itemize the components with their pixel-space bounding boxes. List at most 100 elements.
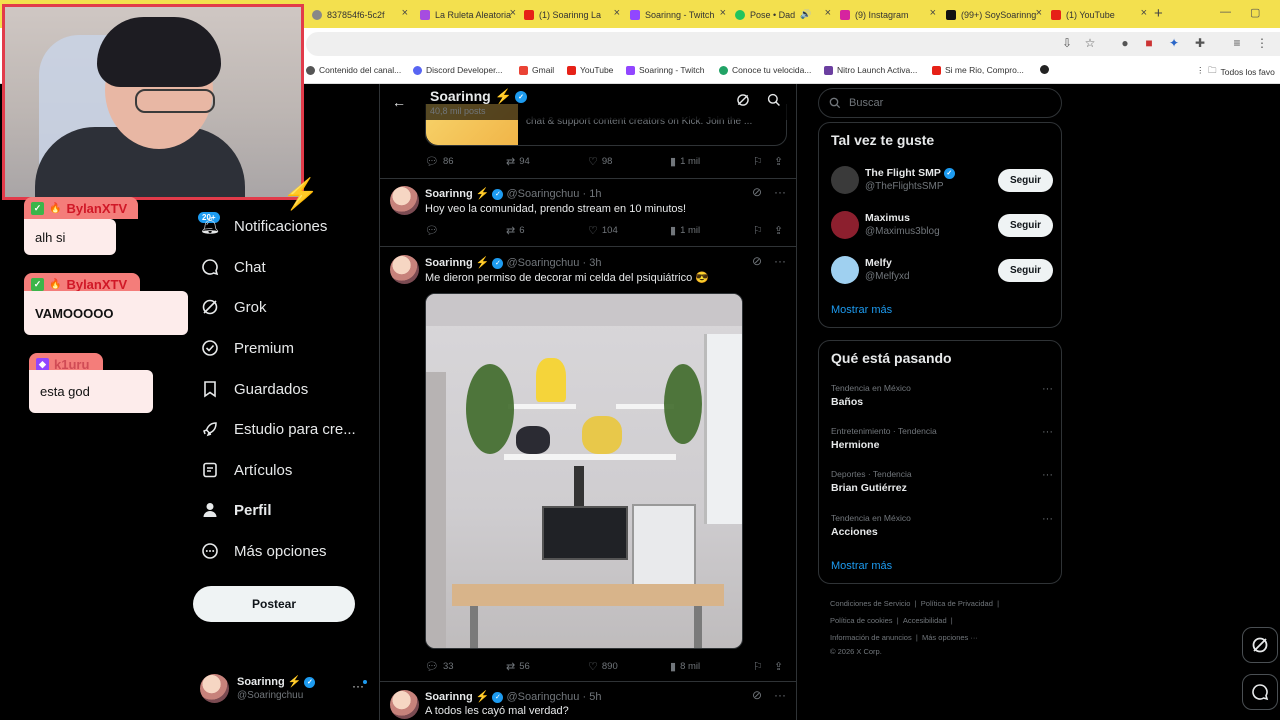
share-button[interactable]: ⇪ (774, 660, 783, 673)
grok-icon[interactable]: ⊘ (752, 688, 762, 702)
messages-fab-button[interactable] (1242, 674, 1278, 710)
extension-icon[interactable]: ✦ (1167, 36, 1181, 50)
views-button[interactable]: ▮ 1 mil (670, 224, 700, 237)
browser-tab[interactable]: Pose • Dad 🔊 × (735, 6, 831, 23)
follow-suggestion[interactable]: Maximus @Maximus3blog Seguir (831, 210, 1053, 244)
bookmark-item[interactable]: Soarinng - Twitch (626, 65, 705, 75)
more-dots-icon[interactable]: ··· (774, 254, 786, 268)
post-button[interactable]: Postear (193, 586, 355, 622)
browser-tab[interactable]: La Ruleta Aleatoria × (420, 6, 516, 23)
bookmark-item[interactable]: Si me Rio, Compro... (932, 65, 1024, 75)
bookmark-item[interactable]: Discord Developer... (413, 65, 503, 75)
account-switcher[interactable]: Soarinng ⚡ ✓ @Soaringchuu ··· (200, 673, 370, 705)
more-dots-icon[interactable]: ··· (1042, 513, 1053, 525)
bookmark-item[interactable]: YouTube (567, 65, 613, 75)
audio-icon[interactable]: 🔊 (800, 9, 811, 20)
views-button[interactable]: ▮ 8 mil (670, 660, 700, 673)
follow-suggestion[interactable]: Melfy @Melfyxd Seguir (831, 255, 1053, 289)
close-tab-icon[interactable]: × (930, 7, 936, 19)
footer-link[interactable]: Información de anuncios (830, 633, 912, 642)
search-input[interactable]: Buscar (818, 88, 1062, 118)
share-button[interactable]: ⇪ (774, 155, 783, 168)
follow-button[interactable]: Seguir (998, 259, 1053, 282)
bookmark-button[interactable]: ⚐ (753, 660, 763, 673)
views-button[interactable]: ▮ 1 mil (670, 155, 700, 168)
bookmark-item[interactable] (1040, 65, 1049, 74)
footer-link[interactable]: Condiciones de Servicio (830, 599, 910, 608)
more-dots-icon[interactable]: ··· (1042, 469, 1053, 481)
extension-icon[interactable]: ● (1118, 36, 1132, 50)
repost-button[interactable]: ⇄ 56 (506, 660, 530, 673)
nav-estudio[interactable]: Estudio para cre... (200, 412, 356, 446)
follow-suggestion[interactable]: The Flight SMP ✓ @TheFlightsSMP Seguir (831, 165, 1053, 199)
more-dots-icon[interactable]: ··· (774, 185, 786, 199)
trend-item[interactable]: Tendencia en México Baños ··· (831, 383, 1053, 408)
repost-button[interactable]: ⇄ 6 (506, 224, 525, 237)
nav-premium[interactable]: Premium (200, 331, 294, 365)
maximize-icon[interactable]: ▢ (1250, 6, 1260, 19)
browser-tab[interactable]: (1) Soarinng La × (524, 6, 620, 23)
back-arrow-icon[interactable]: ← (392, 94, 406, 110)
browser-tab[interactable]: (1) YouTube × (1051, 6, 1147, 23)
trend-item[interactable]: Deportes · Tendencia Brian Gutiérrez ··· (831, 469, 1053, 494)
footer-link[interactable]: Política de cookies (830, 616, 893, 625)
url-field[interactable] (306, 32, 1280, 56)
bookmark-item[interactable]: Nitro Launch Activa... (824, 65, 917, 75)
browser-tab[interactable]: (9) Instagram × (840, 6, 936, 23)
nav-articulos[interactable]: Artículos (200, 453, 292, 487)
like-button[interactable]: ♡ 98 (588, 155, 612, 168)
tweet[interactable]: Soarinng ⚡ ✓ @Soaringchuu · 3h ⊘ ··· Me di… (380, 247, 796, 682)
install-app-icon[interactable]: ⇩ (1060, 36, 1074, 50)
nav-chat[interactable]: Chat (200, 250, 266, 284)
close-tab-icon[interactable]: × (614, 7, 620, 19)
puzzle-icon[interactable]: ✚ (1193, 36, 1207, 50)
footer-link[interactable]: Más opciones ··· (922, 633, 978, 642)
like-button[interactable]: ♡ 104 (588, 224, 618, 237)
close-tab-icon[interactable]: × (1141, 7, 1147, 19)
show-more-link[interactable]: Mostrar más (831, 560, 892, 572)
grok-fab-button[interactable] (1242, 627, 1278, 663)
close-tab-icon[interactable]: × (720, 7, 726, 19)
minimize-icon[interactable]: — (1220, 6, 1231, 18)
close-tab-icon[interactable]: × (1036, 7, 1042, 19)
close-tab-icon[interactable]: × (510, 7, 516, 19)
grok-icon[interactable]: ⊘ (752, 185, 762, 199)
share-button[interactable]: ⇪ (774, 224, 783, 237)
browser-tab[interactable]: Soarinng - Twitch × (630, 6, 726, 23)
follow-button[interactable]: Seguir (998, 169, 1053, 192)
nav-perfil[interactable]: Perfil (200, 493, 272, 527)
bookmark-star-icon[interactable]: ☆ (1083, 36, 1097, 50)
reply-button[interactable]: 💬︎ (425, 224, 443, 237)
reply-button[interactable]: 💬︎ 86 (425, 155, 454, 168)
close-tab-icon[interactable]: × (402, 7, 408, 19)
show-more-link[interactable]: Mostrar más (831, 304, 892, 316)
bookmark-item[interactable]: Contenido del canal... (306, 65, 401, 75)
bookmark-button[interactable]: ⚐ (753, 155, 763, 168)
grok-icon[interactable]: ⊘ (752, 254, 762, 268)
browser-tab[interactable]: 837854f6-5c2f × (312, 6, 408, 23)
browser-tab[interactable]: (99+) SoySoarinng × (946, 6, 1042, 23)
follow-button[interactable]: Seguir (998, 214, 1053, 237)
reply-button[interactable]: 💬︎ 33 (425, 660, 454, 673)
footer-link[interactable]: Política de Privacidad (921, 599, 993, 608)
nav-guardados[interactable]: Guardados (200, 372, 308, 406)
tweet[interactable]: Soarinng ⚡ ✓ @Soaringchuu · 5h ⊘ ··· A tod… (380, 682, 796, 720)
browser-menu-icon[interactable]: ⋮ (1255, 36, 1269, 50)
search-icon[interactable] (767, 93, 781, 112)
trend-item[interactable]: Entretenimiento · Tendencia Hermione ··· (831, 426, 1053, 451)
nav-grok[interactable]: Grok (200, 290, 267, 324)
bookmark-item[interactable]: Gmail (519, 65, 554, 75)
footer-link[interactable]: Accesibilidad (903, 616, 947, 625)
nav-notificaciones[interactable]: 🔔︎ Notificaciones (200, 209, 328, 243)
close-tab-icon[interactable]: × (825, 7, 831, 19)
bookmark-button[interactable]: ⚐ (753, 224, 763, 237)
all-bookmarks-folder[interactable]: 🗀 Todos los favo (1208, 65, 1275, 79)
trend-item[interactable]: Tendencia en México Acciones ··· (831, 513, 1053, 538)
nav-mas-opciones[interactable]: Más opciones (200, 534, 327, 568)
repost-button[interactable]: ⇄ 94 (506, 155, 530, 168)
bookmarks-more-icon[interactable]: ⋮ (1196, 65, 1205, 76)
bookmark-item[interactable]: Conoce tu velocida... (719, 65, 811, 75)
more-dots-icon[interactable]: ··· (774, 688, 786, 702)
media-control-icon[interactable]: ≡ (1230, 36, 1244, 50)
tweet-photo[interactable] (425, 293, 743, 649)
